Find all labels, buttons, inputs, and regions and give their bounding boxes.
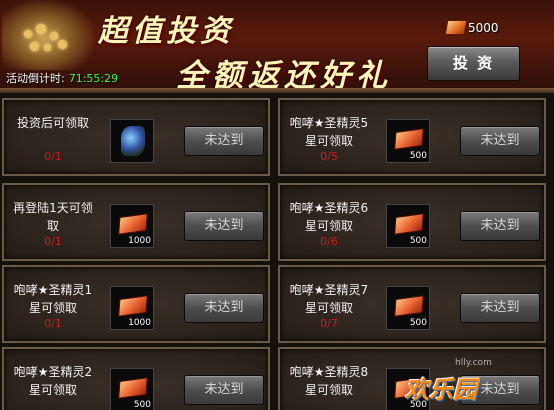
countdown: 活动倒计时: 71:55:29	[6, 70, 118, 86]
claim-button[interactable]: 未达到	[184, 126, 264, 156]
reward-card: 咆哮★圣精灵2星可领取 500 未达到	[2, 347, 270, 410]
reward-item[interactable]: 1000	[110, 204, 154, 248]
claim-button[interactable]: 未达到	[460, 293, 540, 323]
gold-ingot-icon	[118, 377, 148, 399]
reward-condition: 再登陆1天可领取	[13, 201, 93, 233]
reward-item[interactable]: 500	[386, 286, 430, 330]
reward-condition: 咆哮★圣精灵8星可领取	[289, 365, 369, 397]
reward-progress: 0/1	[44, 235, 62, 248]
reward-condition: 咆哮★圣精灵7星可领取	[289, 283, 369, 315]
reward-condition: 咆哮★圣精灵2星可领取	[13, 365, 93, 397]
reward-progress: 0/7	[320, 317, 338, 330]
reward-progress: 0/1	[44, 317, 62, 330]
countdown-value: 71:55:29	[68, 72, 119, 85]
scroll-icon	[121, 126, 145, 156]
reward-condition: 咆哮★圣精灵5星可领取	[289, 116, 369, 148]
banner-title-line1: 超值投资	[98, 14, 234, 49]
reward-qty: 500	[409, 236, 427, 246]
reward-progress: 0/5	[320, 150, 338, 163]
site-watermark: hlly.com 欢乐园	[395, 356, 545, 406]
reward-qty: 500	[409, 151, 427, 161]
claim-button[interactable]: 未达到	[184, 293, 264, 323]
reward-qty: 500	[133, 400, 151, 410]
reward-progress: 0/1	[44, 150, 62, 163]
gold-ingot-icon	[394, 213, 424, 235]
gold-ingot-icon	[394, 128, 424, 150]
reward-card: 咆哮★圣精灵5星可领取 0/5 500 未达到	[278, 98, 546, 176]
watermark-logo: 欢乐园	[405, 376, 477, 404]
reward-item[interactable]: 500	[386, 119, 430, 163]
reward-card: 咆哮★圣精灵1星可领取 0/1 1000 未达到	[2, 265, 270, 343]
claim-button[interactable]: 未达到	[184, 375, 264, 405]
gold-ingot-icon	[118, 295, 148, 317]
reward-qty: 1000	[128, 318, 151, 328]
banner: 超值投资 全额返还好礼 活动倒计时: 71:55:29 5000 投 资	[0, 0, 554, 93]
countdown-label: 活动倒计时:	[6, 72, 65, 85]
reward-card: 咆哮★圣精灵6星可领取 0/6 500 未达到	[278, 183, 546, 261]
reward-qty: 1000	[128, 236, 151, 246]
gold-ingot-icon	[394, 295, 424, 317]
watermark-site: hlly.com	[455, 358, 492, 368]
reward-condition: 咆哮★圣精灵1星可领取	[13, 283, 93, 315]
claim-button[interactable]: 未达到	[460, 211, 540, 241]
reward-card: 再登陆1天可领取 0/1 1000 未达到	[2, 183, 270, 261]
reward-condition: 咆哮★圣精灵6星可领取	[289, 201, 369, 233]
reward-card: 咆哮★圣精灵7星可领取 0/7 500 未达到	[278, 265, 546, 343]
banner-title-line2: 全额返还好礼	[176, 58, 392, 93]
reward-item[interactable]: 500	[110, 368, 154, 410]
treasure-chest-icon	[2, 0, 94, 70]
claim-button[interactable]: 未达到	[184, 211, 264, 241]
gold-ingot-icon	[444, 20, 468, 35]
reward-card: 投资后可领取 0/1 未达到	[2, 98, 270, 176]
gold-ingot-icon	[118, 213, 148, 235]
reward-progress: 0/6	[320, 235, 338, 248]
reward-item[interactable]	[110, 119, 154, 163]
invest-button[interactable]: 投 资	[427, 46, 520, 81]
reward-condition: 投资后可领取	[16, 116, 89, 130]
reward-item[interactable]: 500	[386, 204, 430, 248]
claim-button[interactable]: 未达到	[460, 126, 540, 156]
reward-qty: 500	[409, 318, 427, 328]
currency-amount: 5000	[468, 21, 499, 35]
reward-item[interactable]: 1000	[110, 286, 154, 330]
